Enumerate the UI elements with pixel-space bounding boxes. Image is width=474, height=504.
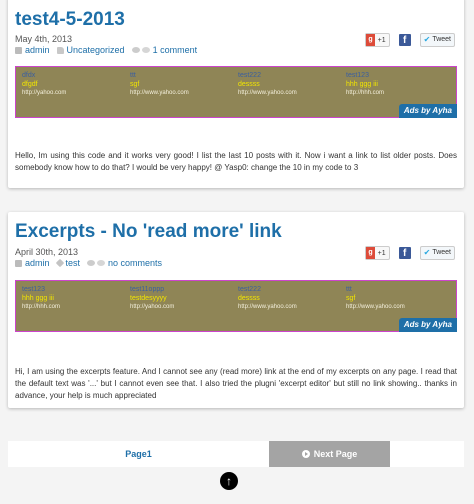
ads-by-label[interactable]: Ads by Ayha <box>398 318 457 332</box>
pager-spacer <box>390 441 464 467</box>
post-title-link[interactable]: test4-5-2013 <box>15 9 125 31</box>
comment-icon <box>87 260 96 266</box>
tweet-button[interactable]: ✔ Tweet <box>419 246 455 260</box>
ad-unit[interactable]: test222 dessss http://www.yahoo.com <box>238 285 346 312</box>
twitter-bird-icon: ✔ <box>423 35 431 44</box>
pagination: Page1 Next Page <box>8 441 464 467</box>
comment-icon <box>131 47 140 53</box>
post-excerpt: Hello, Im using this code and it works v… <box>15 151 457 172</box>
comment-icon <box>97 260 106 266</box>
ad-box: test123 hhh ggg iii http://hhh.com test1… <box>15 280 457 332</box>
twitter-bird-icon: ✔ <box>423 248 431 257</box>
ad-unit[interactable]: test11oppp testdesyyyy http://yahoo.com <box>130 285 238 312</box>
post-card: test4-5-2013 May 4th, 2013 admin Uncateg… <box>8 0 464 188</box>
post-title-link[interactable]: Excerpts - No 'read more' link <box>15 221 282 243</box>
category-link[interactable]: test <box>66 258 81 268</box>
ad-unit[interactable]: test123 hhh ggg iii http://hhh.com <box>22 285 130 312</box>
category-link[interactable]: Uncategorized <box>67 45 125 55</box>
next-page-label: Next Page <box>313 449 358 459</box>
tweet-button[interactable]: ✔ Tweet <box>419 33 455 47</box>
comments-link[interactable]: no comments <box>108 258 162 268</box>
google-plus-icon: g <box>366 247 375 259</box>
ad-unit[interactable]: test123 hhh ggg iii http://hhh.com <box>346 71 454 98</box>
author-link[interactable]: admin <box>25 45 50 55</box>
current-page: Page1 <box>8 441 269 467</box>
post-meta: admin test no comments <box>15 258 162 268</box>
google-plus-button[interactable]: g +1 <box>365 246 390 260</box>
facebook-share-button[interactable]: f <box>398 34 411 46</box>
share-buttons: g +1 f ✔ Tweet <box>365 33 455 47</box>
folder-icon <box>56 46 64 54</box>
ads-by-label[interactable]: Ads by Ayha <box>398 104 457 118</box>
ad-unit[interactable]: ttt sgf http://www.yahoo.com <box>346 285 454 312</box>
tag-icon <box>55 258 64 268</box>
user-icon <box>15 46 22 54</box>
comments-link[interactable]: 1 comment <box>153 45 198 55</box>
ad-box: dfdx dfgdf http://yahoo.com ttt sgf http… <box>15 66 457 118</box>
post-date: April 30th, 2013 <box>15 247 79 257</box>
next-page-button[interactable]: Next Page <box>269 441 390 467</box>
comment-icon <box>141 47 150 53</box>
ad-unit[interactable]: dfdx dfgdf http://yahoo.com <box>22 71 130 98</box>
user-icon <box>15 259 22 267</box>
google-plus-button[interactable]: g +1 <box>365 33 390 47</box>
next-arrow-icon <box>301 450 310 458</box>
facebook-share-button[interactable]: f <box>398 247 411 259</box>
post-meta: admin Uncategorized 1 comment <box>15 45 197 55</box>
post-excerpt: Hi, I am using the excerpts feature. And… <box>15 367 457 400</box>
post-card: Excerpts - No 'read more' link April 30t… <box>8 212 464 408</box>
author-link[interactable]: admin <box>25 258 50 268</box>
post-date: May 4th, 2013 <box>15 34 73 44</box>
google-plus-icon: g <box>366 34 375 46</box>
back-to-top-icon[interactable]: ↑ <box>220 472 238 490</box>
ad-unit[interactable]: ttt sgf http://www.yahoo.com <box>130 71 238 98</box>
share-buttons: g +1 f ✔ Tweet <box>365 246 455 260</box>
ad-unit[interactable]: test222 dessss http://www.yahoo.com <box>238 71 346 98</box>
